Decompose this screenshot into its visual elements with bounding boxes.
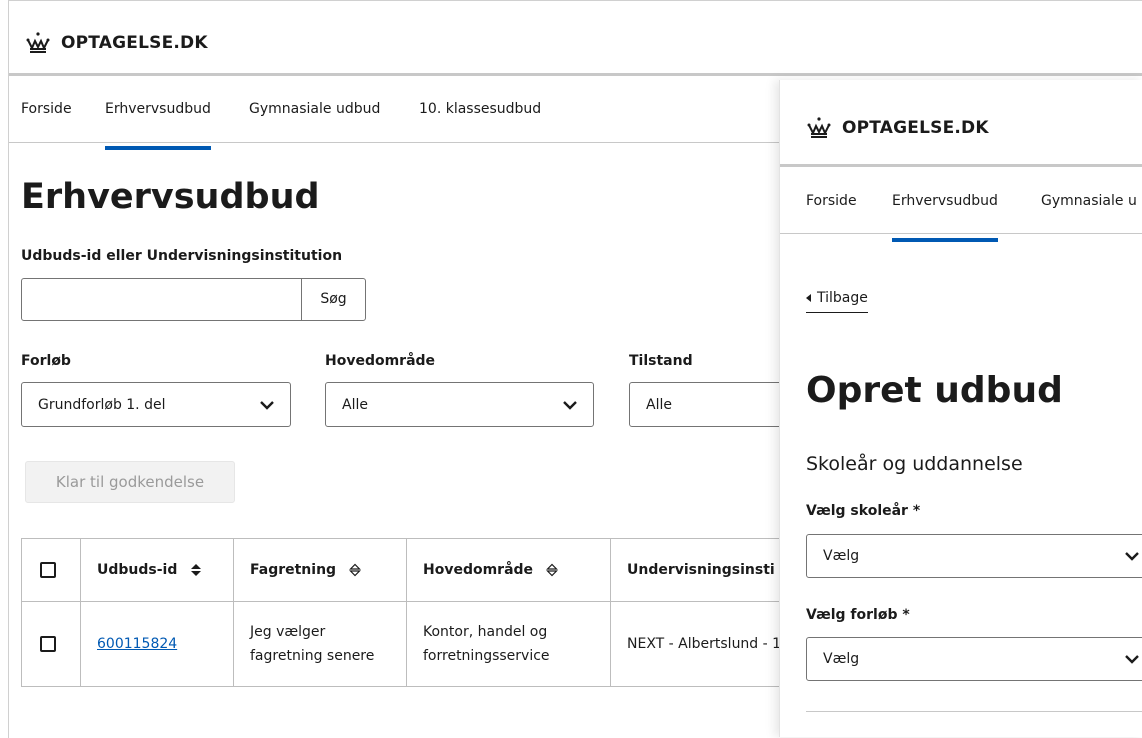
sort-icon[interactable] xyxy=(545,563,558,577)
header-hovedomraade[interactable]: Hovedområde xyxy=(406,538,611,602)
panel-forloeb-select[interactable]: Vælg xyxy=(806,637,1142,681)
tilstand-select-value: Alle xyxy=(646,396,672,413)
section-divider xyxy=(806,711,1142,712)
panel-nav-gymnasiale[interactable]: Gymnasiale u xyxy=(1041,193,1137,209)
nav-erhvervsudbud[interactable]: Erhvervsudbud xyxy=(105,101,211,150)
nav-forside[interactable]: Forside xyxy=(21,101,72,117)
forloeb-select[interactable]: Grundforløb 1. del xyxy=(21,382,291,427)
chevron-down-icon xyxy=(1125,552,1139,561)
panel-title: Opret udbud xyxy=(806,370,1063,411)
search-input[interactable] xyxy=(21,278,305,321)
table-row: 600115824 Jeg vælger fagretning senere K… xyxy=(21,601,844,687)
back-link-label: Tilbage xyxy=(817,290,868,306)
back-link[interactable]: Tilbage xyxy=(806,290,868,313)
sort-icon[interactable] xyxy=(348,563,361,577)
hovedomraade-select[interactable]: Alle xyxy=(325,382,594,427)
forloeb-select-value: Grundforløb 1. del xyxy=(38,396,166,413)
udbuds-id-link[interactable]: 600115824 xyxy=(97,636,177,652)
header-hovedomraade-label: Hovedområde xyxy=(423,562,534,578)
select-all-cell[interactable] xyxy=(21,538,81,602)
header-fagretning-label: Fagretning xyxy=(250,562,337,578)
offers-table: Udbuds-id Fagretning Hovedområde Undervi… xyxy=(21,538,844,687)
checkbox-icon[interactable] xyxy=(40,636,56,652)
brand-name[interactable]: OPTAGELSE.DK xyxy=(61,33,208,53)
panel-forloeb-select-value: Vælg xyxy=(823,651,860,667)
nav-10-klassesudbud[interactable]: 10. klassesudbud xyxy=(419,101,541,117)
panel-nav-erhvervsudbud[interactable]: Erhvervsudbud xyxy=(892,193,998,242)
header-udbuds-id-label: Udbuds-id xyxy=(97,562,178,578)
checkbox-icon[interactable] xyxy=(40,562,56,578)
section-heading: Skoleår og uddannelse xyxy=(806,453,1023,475)
row-select-cell[interactable] xyxy=(21,601,81,687)
create-offer-window: OPTAGELSE.DK Forside Erhvervsudbud Gymna… xyxy=(779,80,1142,737)
filter-hovedomraade-label: Hovedområde xyxy=(325,353,436,369)
panel-site-header: OPTAGELSE.DK xyxy=(806,116,1142,140)
filter-forloeb-label: Forløb xyxy=(21,353,71,369)
skoleaar-select-value: Vælg xyxy=(823,548,860,564)
panel-nav: Forside Erhvervsudbud Gymnasiale u xyxy=(780,167,1142,242)
crown-icon xyxy=(807,117,831,138)
skoleaar-select[interactable]: Vælg xyxy=(806,534,1142,578)
search-button[interactable]: Søg xyxy=(301,278,366,321)
page-title: Erhvervsudbud xyxy=(21,177,320,217)
site-header: OPTAGELSE.DK xyxy=(25,31,1142,55)
sort-icon[interactable] xyxy=(190,563,202,577)
header-undervisningsinstitution-label: Undervisningsinsti xyxy=(627,562,775,578)
search-label: Udbuds-id eller Undervisningsinstitution xyxy=(21,248,343,264)
cell-fagretning: Jeg vælger fagretning senere xyxy=(233,601,407,687)
header-fagretning[interactable]: Fagretning xyxy=(233,538,407,602)
crown-icon xyxy=(26,32,50,53)
approve-button[interactable]: Klar til godkendelse xyxy=(25,461,235,503)
hovedomraade-select-value: Alle xyxy=(342,396,368,413)
panel-nav-forside[interactable]: Forside xyxy=(806,193,857,209)
skoleaar-label: Vælg skoleår * xyxy=(806,503,921,519)
forloeb-label: Vælg forløb * xyxy=(806,607,910,623)
back-triangle-icon xyxy=(806,294,811,302)
chevron-down-icon xyxy=(563,400,577,410)
cell-hovedomraade: Kontor, handel og forretningsservice xyxy=(406,601,611,687)
table-header-row: Udbuds-id Fagretning Hovedområde Undervi… xyxy=(21,538,844,602)
chevron-down-icon xyxy=(1125,655,1139,664)
nav-gymnasiale-udbud[interactable]: Gymnasiale udbud xyxy=(249,101,380,117)
header-udbuds-id[interactable]: Udbuds-id xyxy=(80,538,234,602)
cell-udbuds-id: 600115824 xyxy=(80,601,234,687)
filter-tilstand-label: Tilstand xyxy=(629,353,693,369)
panel-brand-name[interactable]: OPTAGELSE.DK xyxy=(842,118,989,138)
chevron-down-icon xyxy=(260,400,274,410)
